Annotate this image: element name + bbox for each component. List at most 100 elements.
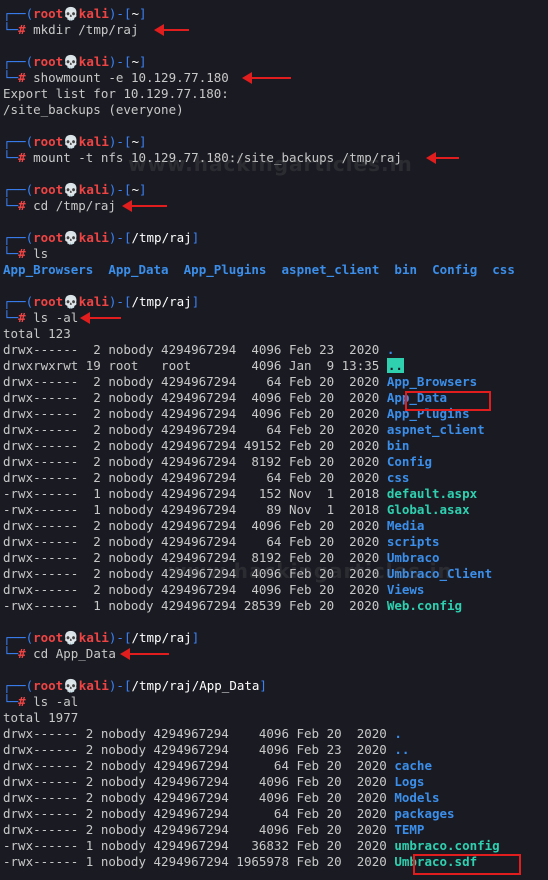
- prompt-frame: ]: [191, 294, 200, 309]
- file-meta: drwxrwxrwt 19 root root 4096 Jan 9 13:35: [3, 358, 387, 373]
- file-name: Models: [394, 790, 440, 805]
- prompt-dir: ~: [131, 54, 140, 69]
- prompt-frame: )-[: [108, 230, 132, 245]
- skull-icon: 💀: [63, 630, 79, 645]
- ls-entry: css: [492, 262, 515, 277]
- prompt-host: kali: [78, 134, 109, 149]
- listing-row: drwx------ 2 nobody 4294967294 4096 Feb …: [3, 582, 548, 598]
- file-name: TEMP: [394, 822, 425, 837]
- prompt-line: ┌──(root💀kali)-[~]: [3, 182, 548, 198]
- prompt-frame: └─: [3, 198, 19, 213]
- skull-icon: 💀: [63, 182, 79, 197]
- prompt-host: kali: [78, 54, 109, 69]
- prompt-line: ┌──(root💀kali)-[/tmp/raj]: [3, 294, 548, 310]
- prompt-dir: /tmp/raj: [131, 630, 192, 645]
- prompt-hash: #: [18, 22, 26, 37]
- prompt-frame: ┌──(: [3, 678, 34, 693]
- output-text: /site_backups (everyone): [3, 102, 184, 117]
- listing-row: drwx------ 2 nobody 4294967294 4096 Feb …: [3, 822, 548, 838]
- file-name: Global.asax: [386, 502, 470, 517]
- prompt-line: ┌──(root💀kali)-[/tmp/raj]: [3, 630, 548, 646]
- prompt-host: kali: [78, 230, 109, 245]
- file-meta: drwx------ 2 nobody 4294967294 64 Feb 20…: [3, 534, 387, 549]
- prompt-user: root: [33, 182, 64, 197]
- file-meta: -rwx------ 1 nobody 4294967294 36832 Feb…: [3, 838, 395, 853]
- file-meta: drwx------ 2 nobody 4294967294 4096 Feb …: [3, 822, 395, 837]
- file-meta: drwx------ 2 nobody 4294967294 4096 Feb …: [3, 790, 395, 805]
- ls-output: App_Browsers App_Data App_Plugins aspnet…: [3, 262, 548, 278]
- file-name: .: [394, 726, 402, 741]
- prompt-dir: ~: [131, 134, 140, 149]
- ls-entry: bin: [394, 262, 417, 277]
- prompt-host: kali: [78, 678, 109, 693]
- file-name: Logs: [394, 774, 425, 789]
- file-meta: -rwx------ 1 nobody 4294967294 89 Nov 1 …: [3, 502, 387, 517]
- prompt-frame: )-[: [108, 630, 132, 645]
- prompt-frame: ]: [139, 182, 147, 197]
- prompt-line: ┌──(root💀kali)-[~]: [3, 6, 548, 22]
- watermark: www.hackingarticles.in: [168, 559, 453, 583]
- file-meta: drwx------ 2 nobody 4294967294 64 Feb 20…: [3, 470, 387, 485]
- file-meta: drwx------ 2 nobody 4294967294 64 Feb 20…: [3, 758, 395, 773]
- command-line: └─# showmount -e 10.129.77.180: [3, 70, 548, 86]
- ls-entry: App_Plugins: [183, 262, 267, 277]
- file-meta: -rwx------ 1 nobody 4294967294 152 Nov 1…: [3, 486, 387, 501]
- file-name: css: [386, 470, 410, 485]
- file-meta: drwx------ 2 nobody 4294967294 4096 Feb …: [3, 518, 387, 533]
- output-line: Export list for 10.129.77.180:: [3, 86, 548, 102]
- listing-row: drwx------ 2 nobody 4294967294 64 Feb 20…: [3, 758, 548, 774]
- file-meta: drwx------ 2 nobody 4294967294 4096 Feb …: [3, 342, 387, 357]
- file-name: default.aspx: [386, 486, 478, 501]
- skull-icon: 💀: [63, 230, 79, 245]
- prompt-user: root: [33, 230, 64, 245]
- prompt-frame: └─: [3, 70, 19, 85]
- file-name: Web.config: [386, 598, 463, 613]
- file-meta: drwx------ 2 nobody 4294967294 4096 Feb …: [3, 742, 395, 757]
- prompt-user: root: [33, 294, 64, 309]
- prompt-frame: └─: [3, 150, 19, 165]
- prompt-frame: ]: [139, 6, 147, 21]
- skull-icon: 💀: [63, 294, 79, 309]
- prompt-hash: #: [18, 310, 26, 325]
- file-name: Views: [386, 582, 425, 597]
- file-meta: drwx------ 2 nobody 4294967294 4096 Feb …: [3, 390, 387, 405]
- prompt-line: ┌──(root💀kali)-[/tmp/raj/App_Data]: [3, 678, 548, 694]
- prompt-user: root: [33, 54, 64, 69]
- ls-entry: App_Browsers: [3, 262, 94, 277]
- command-text: cd App_Data: [33, 646, 116, 661]
- file-name: ..: [394, 742, 410, 757]
- prompt-user: root: [33, 134, 64, 149]
- listing-row: -rwx------ 1 nobody 4294967294 89 Nov 1 …: [3, 502, 548, 518]
- prompt-host: kali: [78, 294, 109, 309]
- output-text: Export list for 10.129.77.180:: [3, 86, 229, 101]
- annotation-arrow: [120, 648, 169, 660]
- prompt-user: root: [33, 678, 64, 693]
- listing-row: drwx------ 2 nobody 4294967294 64 Feb 20…: [3, 806, 548, 822]
- prompt-frame: └─: [3, 22, 19, 37]
- prompt-frame: └─: [3, 246, 19, 261]
- prompt-line: ┌──(root💀kali)-[/tmp/raj]: [3, 230, 548, 246]
- prompt-dir: /tmp/raj: [131, 230, 192, 245]
- output-line: /site_backups (everyone): [3, 102, 548, 118]
- skull-icon: 💀: [63, 134, 79, 149]
- file-name: bin: [386, 438, 410, 453]
- command-line: └─# cd App_Data: [3, 646, 548, 662]
- command-text: cd /tmp/raj: [33, 198, 116, 213]
- file-name: cache: [394, 758, 432, 773]
- highlight-box: [405, 391, 491, 411]
- listing-row: drwx------ 2 nobody 4294967294 4096 Feb …: [3, 518, 548, 534]
- file-name: umbraco.config: [394, 838, 500, 853]
